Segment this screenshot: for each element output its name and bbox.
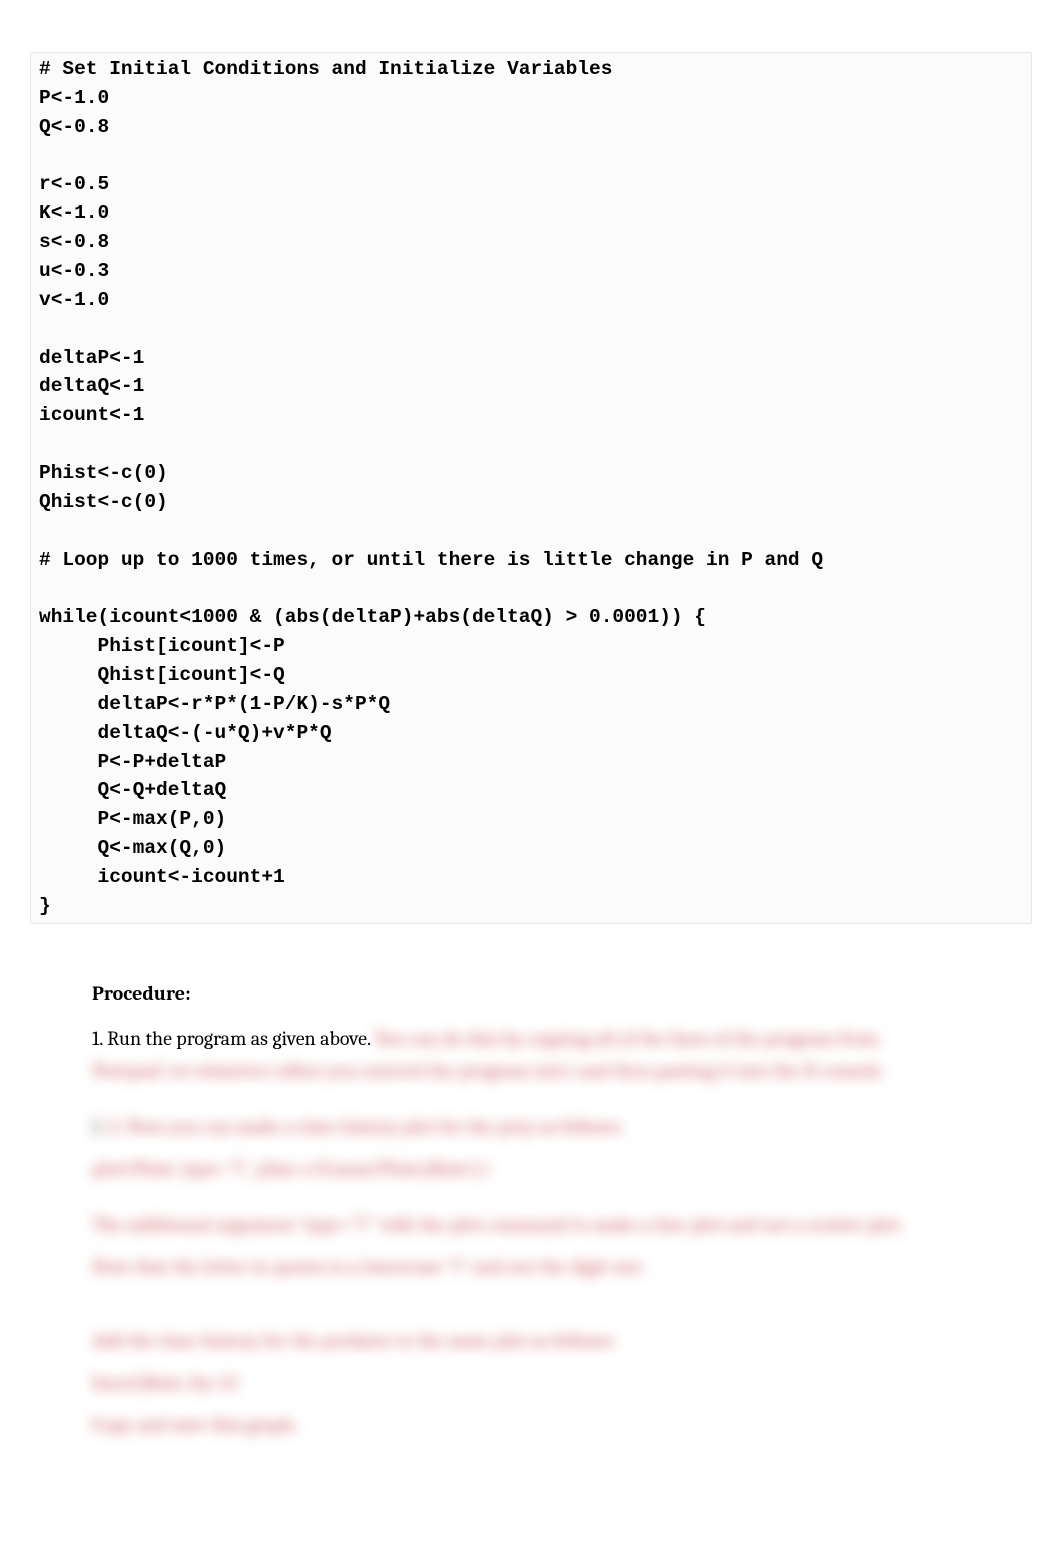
blurred-number: 2. xyxy=(92,1115,105,1138)
document-container: # Set Initial Conditions and Initialize … xyxy=(0,0,1062,1480)
blurred-content: Notepad (or whatever editor you entered … xyxy=(30,1054,1032,1442)
code-block: # Set Initial Conditions and Initialize … xyxy=(30,52,1032,924)
blurred-line: Copy and save this graph. xyxy=(92,1408,992,1442)
blurred-line: lines(Qhist, lty=2) xyxy=(92,1366,992,1400)
blurred-text: 2. Now you can make a time history plot … xyxy=(109,1115,623,1138)
blurred-line: Notepad (or whatever editor you entered … xyxy=(92,1054,992,1088)
step-1-visible-text: 1. Run the program as given above. xyxy=(92,1027,375,1050)
blurred-line: The additional argument 'type="l"' tells… xyxy=(92,1208,992,1242)
blurred-line: 2. 2. Now you can make a time history pl… xyxy=(92,1110,992,1144)
procedure-heading: Procedure: xyxy=(30,982,1032,1005)
step-1-blurred-tail: You can do this by copying all of the li… xyxy=(375,1027,879,1050)
blurred-line: Note that the letter in quotes is a lowe… xyxy=(92,1250,992,1284)
blurred-line: Add the time history for the predator to… xyxy=(92,1324,992,1358)
step-1-line: 1. Run the program as given above. You c… xyxy=(30,1027,1032,1050)
blurred-line: plot(Phist, type="l", ylim=c(0,max(Phist… xyxy=(92,1152,992,1186)
